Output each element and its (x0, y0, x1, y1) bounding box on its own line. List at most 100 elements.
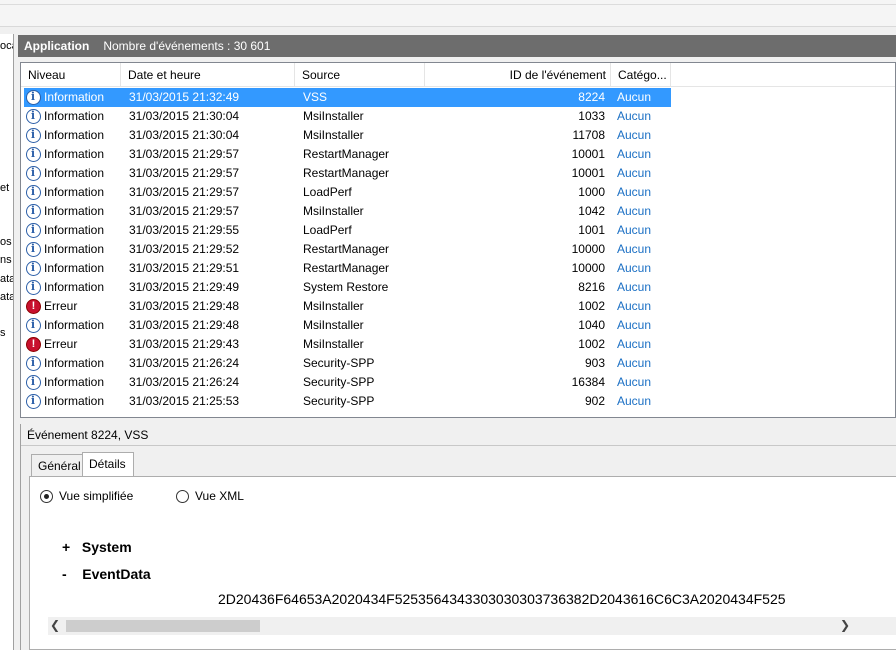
scroll-left-icon[interactable]: ❮ (50, 618, 60, 632)
event-level: Information (44, 166, 105, 180)
tree-item-fragment[interactable]: s (0, 327, 6, 339)
event-source: MsiInstaller (303, 299, 364, 313)
tree-node-system[interactable]: + System (62, 539, 132, 555)
event-level: Information (44, 204, 105, 218)
event-row[interactable]: Information 31/03/2015 21:29:48 MsiInstall… (24, 316, 671, 335)
event-category: Aucun (617, 90, 652, 104)
info-icon (26, 147, 41, 162)
toolbar (0, 0, 896, 27)
scroll-right-icon[interactable]: ❯ (840, 618, 850, 632)
event-row[interactable]: Information 31/03/2015 21:29:51 RestartMan… (24, 259, 671, 278)
event-level: Information (44, 242, 105, 256)
info-icon (26, 204, 41, 219)
event-category: Aucun (617, 356, 652, 370)
event-row[interactable]: Information 31/03/2015 21:29:52 RestartMan… (24, 240, 671, 259)
info-icon (26, 223, 41, 238)
info-icon (26, 185, 41, 200)
event-category: Aucun (617, 261, 652, 275)
radio-unselected-icon[interactable] (176, 489, 189, 503)
event-category: Aucun (617, 280, 652, 294)
event-row[interactable]: Information 31/03/2015 21:30:04 MsiInstall… (24, 107, 671, 126)
event-id: 11708 (572, 128, 605, 142)
tree-item-fragment[interactable]: os (0, 236, 12, 248)
event-date: 31/03/2015 21:29:52 (129, 242, 240, 256)
event-level: Information (44, 147, 105, 161)
column-header-category[interactable]: Catégo... (611, 63, 671, 87)
event-id: 1002 (578, 299, 605, 313)
event-source: LoadPerf (303, 185, 352, 199)
event-category: Aucun (617, 109, 652, 123)
event-row[interactable]: Erreur 31/03/2015 21:29:48 MsiInstaller 100… (24, 297, 671, 316)
tree-node-label: System (81, 539, 132, 555)
event-source: MsiInstaller (303, 204, 364, 218)
event-count: Nombre d'événements : 30 601 (103, 39, 271, 53)
event-date: 31/03/2015 21:29:57 (129, 185, 240, 199)
event-source: Security-SPP (303, 375, 375, 389)
column-header-source[interactable]: Source (295, 63, 425, 87)
event-level: Information (44, 356, 105, 370)
tree-item-fragment[interactable]: oca (0, 40, 13, 52)
event-row[interactable]: Information 31/03/2015 21:25:53 Security-S… (24, 392, 671, 411)
event-date: 31/03/2015 21:29:48 (129, 318, 240, 332)
event-level: Information (44, 223, 105, 237)
event-source: RestartManager (303, 147, 390, 161)
radio-selected-icon[interactable] (40, 489, 53, 503)
event-category: Aucun (617, 318, 652, 332)
event-row[interactable]: Information 31/03/2015 21:29:49 System Res… (24, 278, 671, 297)
tab-general[interactable]: Général (31, 454, 83, 477)
event-category: Aucun (617, 185, 652, 199)
radio-xml-view[interactable]: Vue XML (176, 489, 244, 503)
event-row[interactable]: Information 31/03/2015 21:32:49 VSS 8224 Auc… (24, 88, 671, 107)
radio-simple-view[interactable]: Vue simplifiée (40, 489, 133, 503)
log-header: Application Nombre d'événements : 30 601 (18, 35, 896, 57)
tree-item-fragment[interactable]: et (0, 182, 9, 194)
event-id: 10001 (571, 166, 605, 180)
event-list[interactable]: Niveau Date et heure Source ID de l'évén… (20, 62, 896, 418)
event-id: 10000 (571, 261, 605, 275)
tree-item-fragment[interactable]: ns (0, 254, 12, 266)
event-row[interactable]: Information 31/03/2015 21:26:24 Security-S… (24, 373, 671, 392)
event-date: 31/03/2015 21:29:43 (129, 337, 240, 351)
event-source: MsiInstaller (303, 318, 364, 332)
event-level: Information (44, 185, 105, 199)
horizontal-scroll-thumb[interactable] (66, 620, 260, 632)
event-id: 1002 (578, 337, 605, 351)
event-row[interactable]: Information 31/03/2015 21:29:57 MsiInstall… (24, 202, 671, 221)
pane-splitter[interactable] (14, 34, 18, 650)
event-row[interactable]: Information 31/03/2015 21:29:55 LoadPerf 10… (24, 221, 671, 240)
column-header-event-id[interactable]: ID de l'événement (425, 63, 611, 87)
event-source: MsiInstaller (303, 128, 364, 142)
event-row[interactable]: Information 31/03/2015 21:29:57 RestartMan… (24, 164, 671, 183)
event-level: Information (44, 261, 105, 275)
event-row[interactable]: Information 31/03/2015 21:29:57 RestartMan… (24, 145, 671, 164)
event-row[interactable]: Erreur 31/03/2015 21:29:43 MsiInstaller 100… (24, 335, 671, 354)
horizontal-scrollbar[interactable]: ❮ ❯ (48, 617, 896, 635)
column-header-date[interactable]: Date et heure (121, 63, 295, 87)
error-icon (26, 299, 41, 314)
event-row[interactable]: Information 31/03/2015 21:30:04 MsiInstall… (24, 126, 671, 145)
column-header-level[interactable]: Niveau (21, 63, 121, 87)
tree-item-fragment[interactable]: ata (0, 273, 13, 285)
event-date: 31/03/2015 21:29:57 (129, 166, 240, 180)
event-source: VSS (303, 90, 328, 104)
info-icon (26, 280, 41, 295)
info-icon (26, 375, 41, 390)
event-level: Information (44, 109, 105, 123)
expand-toggle[interactable]: + (62, 539, 70, 555)
event-row[interactable]: Information 31/03/2015 21:26:24 Security-S… (24, 354, 671, 373)
tree-node-eventdata[interactable]: - EventData (62, 566, 151, 582)
event-date: 31/03/2015 21:25:53 (129, 394, 240, 408)
event-source: LoadPerf (303, 223, 352, 237)
log-title: Application (24, 39, 90, 53)
event-date: 31/03/2015 21:26:24 (129, 375, 240, 389)
navigation-tree-pane[interactable]: oca et os ns ata ata s (0, 34, 14, 650)
collapse-toggle[interactable]: - (62, 566, 67, 582)
event-row[interactable]: Information 31/03/2015 21:29:57 LoadPerf 10… (24, 183, 671, 202)
event-level: Erreur (44, 337, 78, 351)
event-id: 1001 (578, 223, 605, 237)
event-date: 31/03/2015 21:26:24 (129, 356, 240, 370)
radio-simple-view-label: Vue simplifiée (59, 489, 134, 503)
tree-item-fragment[interactable]: ata (0, 291, 13, 303)
tab-details[interactable]: Détails (82, 452, 134, 477)
event-data-viewer[interactable]: + System - EventData 2D20436F64653A20204… (48, 517, 896, 617)
